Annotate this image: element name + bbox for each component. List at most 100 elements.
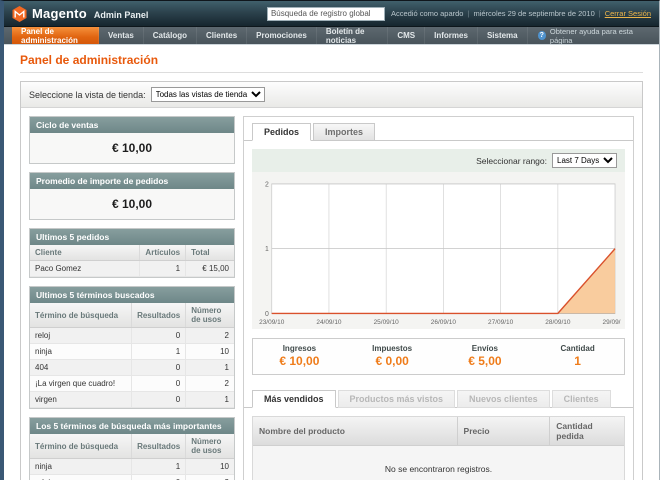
column-header-cliente: Cliente bbox=[30, 245, 140, 261]
widget-title: Promedio de importe de pedidos bbox=[30, 173, 234, 189]
cell-label: ¡La virgen que cuadro! bbox=[30, 376, 132, 392]
last-search-terms-table: Término de búsquedaResultadosNúmero de u… bbox=[30, 303, 234, 408]
tab-productos-mas-vistos: Productos más vistos bbox=[338, 390, 456, 408]
tab-pedidos[interactable]: Pedidos bbox=[252, 123, 311, 141]
magento-admin-window: Magento Admin Panel Accedió como apardo … bbox=[0, 0, 660, 480]
logout-link[interactable]: Cerrar Sesión bbox=[605, 9, 651, 18]
help-icon: ? bbox=[538, 31, 546, 40]
column-header-resultados: Resultados bbox=[132, 434, 186, 459]
last-orders-widget: Ultimos 5 pedidos ClienteArtículosTotalP… bbox=[29, 228, 235, 278]
cell-value: 0 bbox=[132, 475, 186, 480]
cell-value: 0 bbox=[132, 376, 186, 392]
stat-envios: Envíos€ 5,00 bbox=[439, 344, 532, 368]
column-header-resultados: Resultados bbox=[132, 303, 186, 328]
logged-in-as: Accedió como apardo bbox=[391, 9, 464, 18]
range-label: Seleccionar rango: bbox=[476, 156, 547, 166]
svg-text:25/09/10: 25/09/10 bbox=[374, 319, 400, 326]
help-link[interactable]: ? Obtener ayuda para esta página bbox=[528, 27, 659, 44]
column-header-termino-de-busqueda: Término de búsqueda bbox=[30, 303, 132, 328]
orders-amounts-tabs: PedidosImportes bbox=[244, 117, 633, 141]
magento-logo: Magento Admin Panel bbox=[12, 6, 148, 22]
nav-item-promociones[interactable]: Promociones bbox=[247, 27, 317, 44]
table-row: ninja110 bbox=[30, 344, 234, 360]
svg-text:1: 1 bbox=[265, 246, 269, 253]
stat-cantidad: Cantidad1 bbox=[531, 344, 624, 368]
stat-label: Impuestos bbox=[346, 344, 439, 353]
range-row: Seleccionar rango: Last 7 Days bbox=[252, 149, 625, 172]
page-body: Panel de administración Seleccione la vi… bbox=[4, 45, 659, 480]
last-search-terms-widget: Ultimos 5 términos buscados Término de b… bbox=[29, 286, 235, 409]
stat-ingresos: Ingresos€ 10,00 bbox=[253, 344, 346, 368]
products-grid: Nombre del productoPrecioCantidad pedida… bbox=[252, 416, 625, 480]
stat-label: Envíos bbox=[439, 344, 532, 353]
nav-item-clientes[interactable]: Clientes bbox=[197, 27, 247, 44]
content-box: Seleccione la vista de tienda: Todas las… bbox=[20, 81, 643, 480]
nav-item-panel-de-administracion[interactable]: Panel de administración bbox=[12, 27, 99, 44]
store-view-bar: Seleccione la vista de tienda: Todas las… bbox=[21, 82, 642, 108]
nav-item-sistema[interactable]: Sistema bbox=[478, 27, 528, 44]
magento-logo-icon bbox=[12, 6, 27, 22]
column-header-termino-de-busqueda: Término de búsqueda bbox=[30, 434, 132, 459]
help-label: Obtener ayuda para esta página bbox=[550, 27, 649, 45]
nav-item-boletin-de-noticias[interactable]: Boletín de noticias bbox=[317, 27, 389, 44]
separator: | bbox=[467, 9, 469, 18]
nav-item-catalogo[interactable]: Catálogo bbox=[144, 27, 197, 44]
column-header-numero-de-usos: Número de usos bbox=[186, 303, 234, 328]
nav-item-ventas[interactable]: Ventas bbox=[99, 27, 144, 44]
range-select[interactable]: Last 7 Days bbox=[552, 153, 617, 168]
cell-value: 0 bbox=[132, 328, 186, 344]
svg-text:23/09/10: 23/09/10 bbox=[259, 319, 285, 326]
cell-value: 1 bbox=[132, 459, 186, 475]
tab-importes[interactable]: Importes bbox=[313, 123, 375, 141]
tab-nuevos-clientes: Nuevos clientes bbox=[457, 390, 550, 408]
cell-label: Paco Gomez bbox=[30, 261, 140, 277]
avg-order-widget: Promedio de importe de pedidos € 10,00 bbox=[29, 172, 235, 220]
dashboard-panel: PedidosImportes Seleccionar rango: Last … bbox=[243, 116, 634, 480]
dashboard-sidebar: Ciclo de ventas € 10,00 Promedio de impo… bbox=[29, 116, 235, 480]
stat-impuestos: Impuestos€ 0,00 bbox=[346, 344, 439, 368]
cell-value: 1 bbox=[132, 344, 186, 360]
stat-label: Cantidad bbox=[531, 344, 624, 353]
cell-value: 2 bbox=[186, 328, 234, 344]
cell-value: 0 bbox=[132, 392, 186, 408]
grid-column-precio: Precio bbox=[457, 417, 550, 446]
cell-label: 404 bbox=[30, 360, 132, 376]
page-title: Panel de administración bbox=[20, 53, 643, 73]
top-search-terms-table: Término de búsquedaResultadosNúmero de u… bbox=[30, 434, 234, 480]
cell-label: ninja bbox=[30, 344, 132, 360]
cell-value: 2 bbox=[186, 475, 234, 480]
cell-label: reloj bbox=[30, 328, 132, 344]
avg-order-value: € 10,00 bbox=[30, 189, 234, 219]
last-orders-table: ClienteArtículosTotalPaco Gomez1€ 15,00 bbox=[30, 245, 234, 277]
column-header-articulos: Artículos bbox=[140, 245, 186, 261]
stat-value: € 0,00 bbox=[346, 354, 439, 368]
global-search-input[interactable] bbox=[267, 7, 385, 21]
column-header-numero-de-usos: Número de usos bbox=[186, 434, 234, 459]
svg-text:0: 0 bbox=[265, 311, 269, 318]
stat-value: € 10,00 bbox=[253, 354, 346, 368]
widget-title: Los 5 términos de búsqueda más important… bbox=[30, 418, 234, 434]
cell-label: ninja bbox=[30, 459, 132, 475]
widget-title: Ultimos 5 términos buscados bbox=[30, 287, 234, 303]
table-row: 40401 bbox=[30, 360, 234, 376]
table-row: ninja110 bbox=[30, 459, 234, 475]
cell-value: 1 bbox=[186, 392, 234, 408]
svg-text:28/09/10: 28/09/10 bbox=[545, 319, 571, 326]
nav-item-cms[interactable]: CMS bbox=[388, 27, 425, 44]
header-user-meta: Accedió como apardo | miércoles 29 de se… bbox=[391, 9, 651, 18]
store-view-label: Seleccione la vista de tienda: bbox=[29, 90, 146, 100]
cell-value: 10 bbox=[186, 344, 234, 360]
header: Magento Admin Panel Accedió como apardo … bbox=[4, 1, 659, 27]
tab-mas-vendidos[interactable]: Más vendidos bbox=[252, 390, 336, 408]
stat-value: € 5,00 bbox=[439, 354, 532, 368]
logo-suffix: Admin Panel bbox=[94, 10, 149, 20]
store-view-select[interactable]: Todas las vistas de tienda bbox=[151, 87, 265, 102]
top-search-terms-widget: Los 5 términos de búsqueda más important… bbox=[29, 417, 235, 480]
svg-text:24/09/10: 24/09/10 bbox=[316, 319, 342, 326]
table-row: ¡La virgen que cuadro!02 bbox=[30, 376, 234, 392]
sales-chart: 01223/09/1024/09/1025/09/1026/09/1027/09… bbox=[252, 172, 625, 329]
cell-label: virgen bbox=[30, 392, 132, 408]
nav-item-informes[interactable]: Informes bbox=[425, 27, 478, 44]
table-row: virgen01 bbox=[30, 392, 234, 408]
cell-value: 2 bbox=[186, 376, 234, 392]
